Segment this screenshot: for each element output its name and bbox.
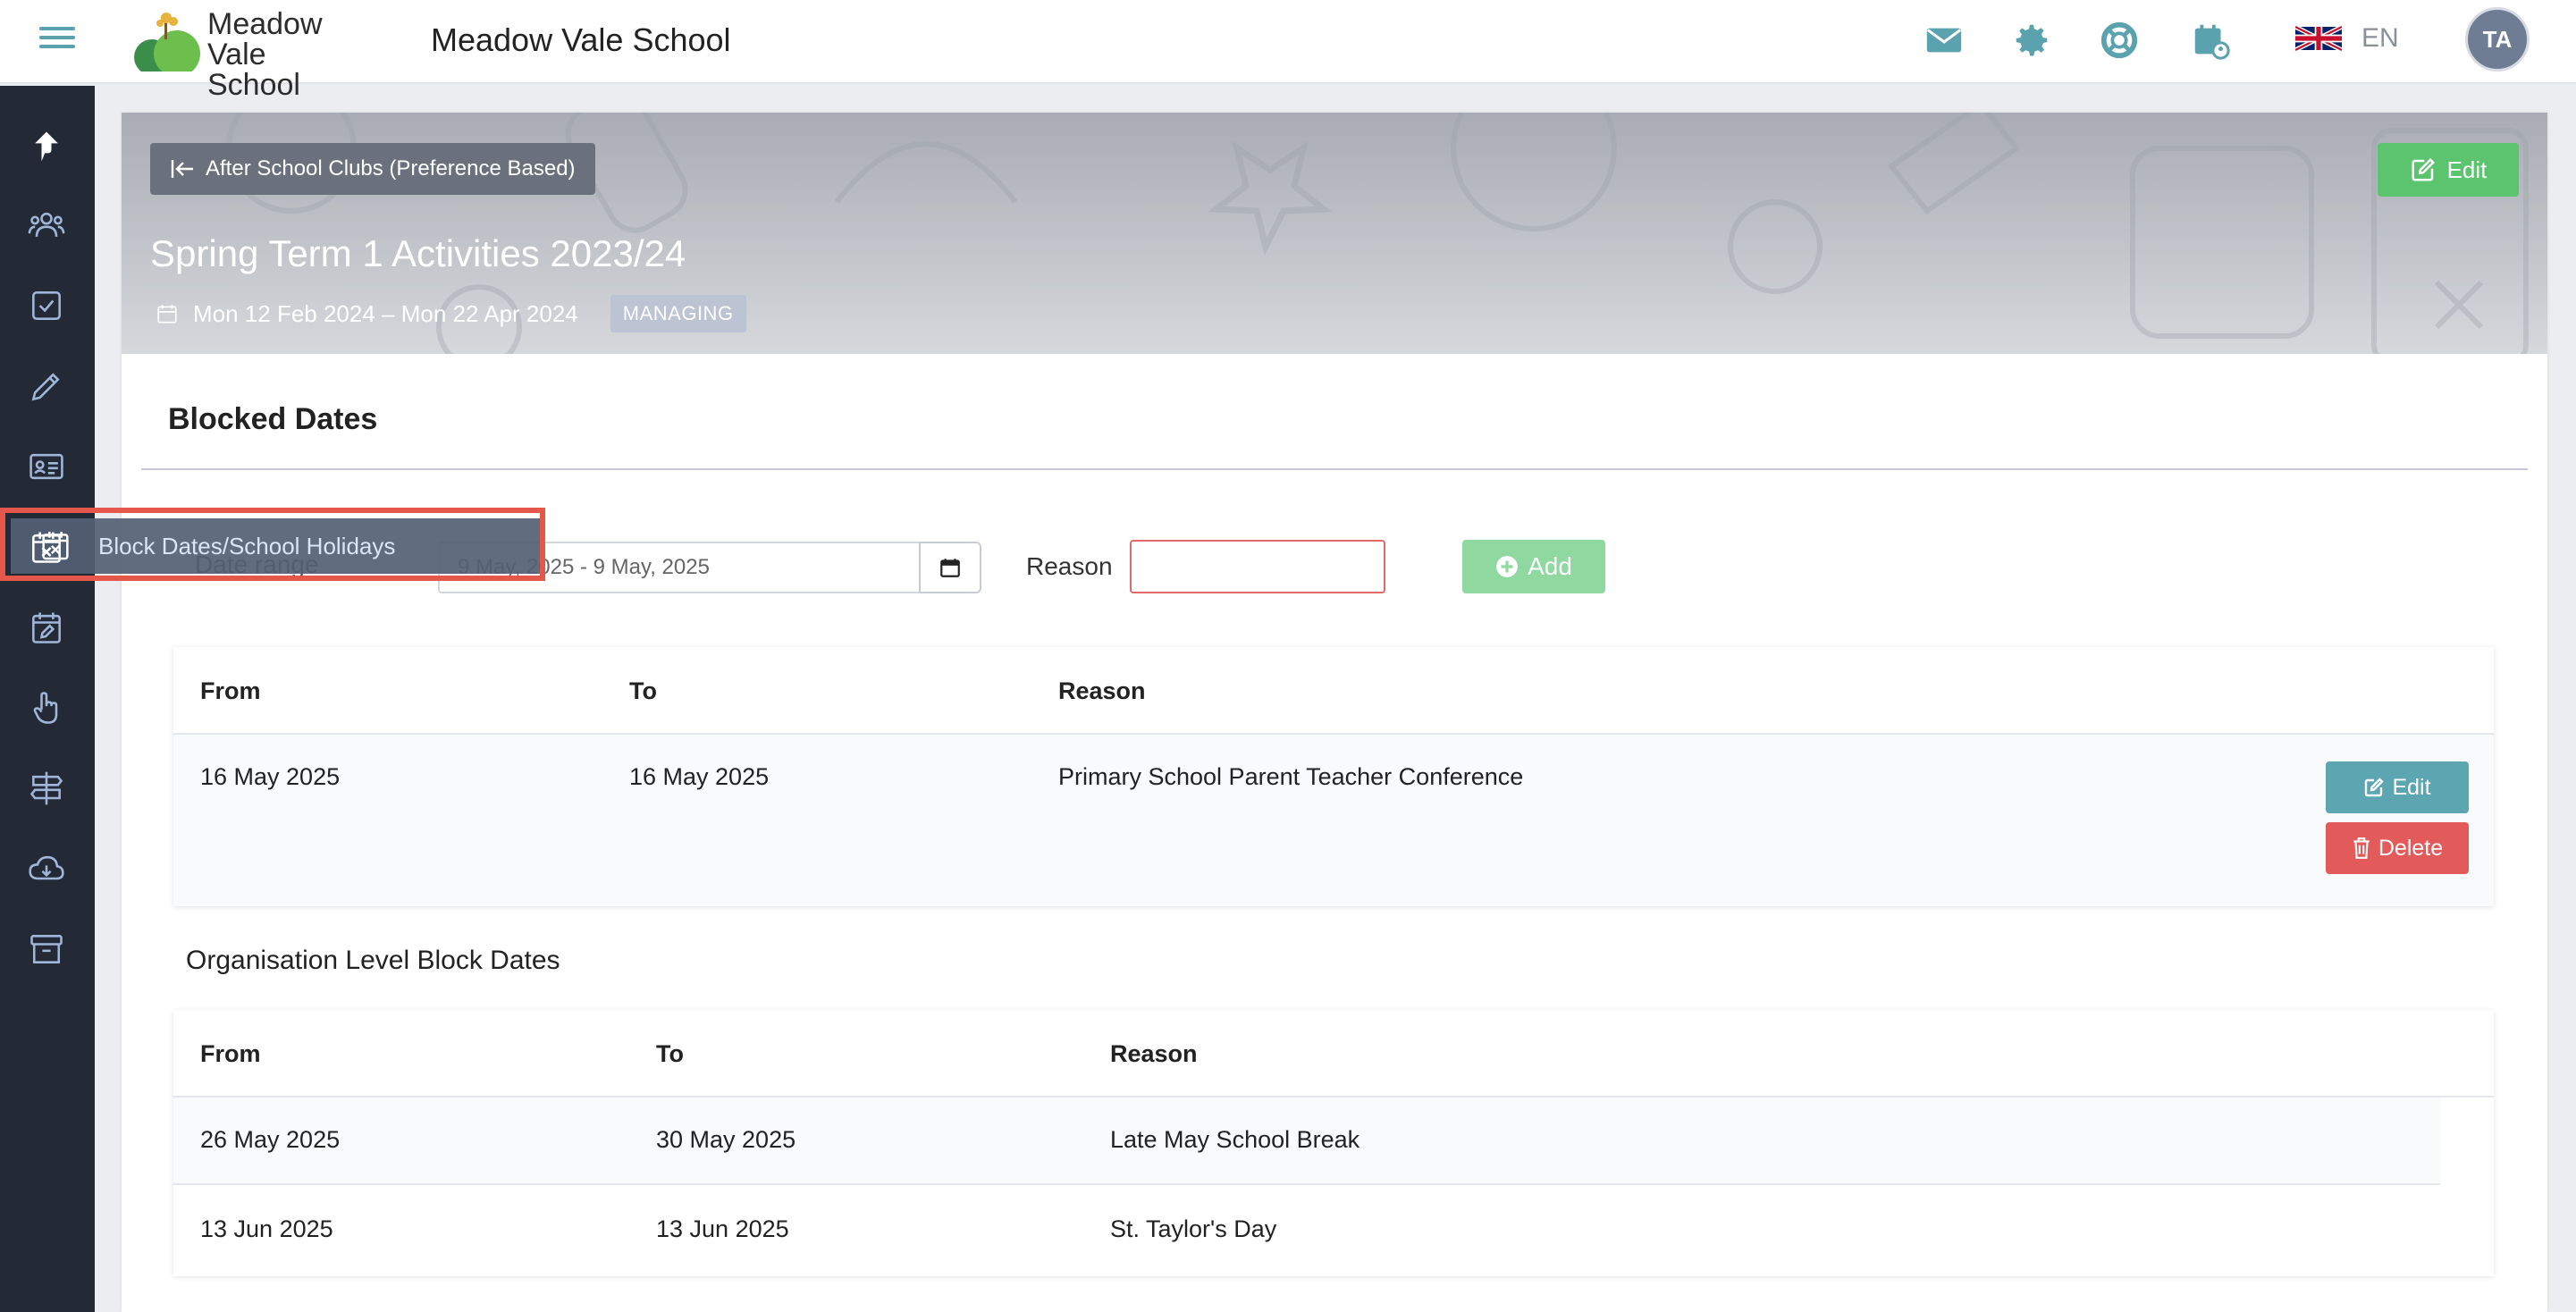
checkbox-icon[interactable]	[27, 286, 66, 325]
hand-pointer-icon[interactable]	[27, 688, 66, 727]
row-reason: St. Taylor's Day	[1110, 1215, 1277, 1242]
plus-circle-icon	[1496, 556, 1518, 577]
cloud-download-icon[interactable]	[27, 849, 66, 888]
envelope-icon[interactable]	[1924, 20, 1965, 61]
main-panel: After School Clubs (Preference Based) Ed…	[122, 113, 2547, 1312]
logo[interactable]: Meadow Vale School	[130, 7, 363, 100]
calendar-icon	[940, 559, 960, 577]
top-bar: Meadow Vale School Meadow Vale School EN…	[0, 0, 2576, 100]
edit-row-button[interactable]: Edit	[2326, 761, 2469, 813]
lifebuoy-icon[interactable]	[2099, 20, 2140, 61]
add-button-label: Add	[1528, 552, 1572, 580]
delete-row-label: Delete	[2378, 835, 2444, 861]
term-date-range: Mon 12 Feb 2024 – Mon 22 Apr 2024	[193, 299, 578, 327]
logo-line-2: Vale School	[207, 38, 300, 102]
table-row: 16 May 2025 16 May 2025 Primary School P…	[173, 735, 2494, 906]
uk-flag-icon	[2295, 25, 2342, 52]
archive-icon[interactable]	[27, 929, 66, 969]
reason-label: Reason	[1026, 552, 1113, 580]
page-title: Spring Term 1 Activities 2023/24	[150, 232, 686, 274]
calendar-picker-button[interactable]	[919, 542, 981, 593]
add-button[interactable]: Add	[1462, 540, 1605, 593]
status-badge: MANAGING	[610, 295, 746, 332]
row-from: 16 May 2025	[200, 763, 341, 790]
sidebar-item-label: Block Dates/School Holidays	[98, 533, 396, 559]
menu-icon[interactable]	[39, 21, 75, 57]
calendar-icon	[157, 305, 177, 324]
row-from: 26 May 2025	[200, 1126, 341, 1153]
row-reason: Primary School Parent Teacher Conference	[1058, 763, 1524, 790]
calendar-user-icon[interactable]	[2190, 20, 2231, 61]
id-card-icon[interactable]	[27, 447, 66, 486]
column-header-from: From	[200, 677, 261, 704]
edit-activity-label: Edit	[2446, 156, 2488, 183]
column-header-from: From	[200, 1040, 261, 1067]
sidebar	[0, 86, 95, 1312]
column-header-to: To	[656, 1040, 684, 1067]
calendar-x-icon[interactable]	[27, 527, 66, 567]
back-button[interactable]: After School Clubs (Preference Based)	[150, 143, 595, 195]
logo-icon	[134, 13, 200, 71]
avatar[interactable]: TA	[2465, 7, 2530, 71]
logo-line-1: Meadow	[207, 7, 323, 41]
section-divider	[141, 468, 2528, 470]
edit-row-label: Edit	[2392, 774, 2431, 800]
row-reason: Late May School Break	[1110, 1126, 1360, 1153]
blocked-dates-table: From To Reason 16 May 2025 16 May 2025 P…	[173, 647, 2494, 906]
trash-icon	[2353, 837, 2370, 859]
edit-icon	[2365, 778, 2385, 797]
column-header-reason: Reason	[1058, 677, 1146, 704]
delete-row-button[interactable]: Delete	[2326, 822, 2469, 874]
term-dates: Mon 12 Feb 2024 – Mon 22 Apr 2024 MANAGI…	[156, 295, 746, 332]
reason-input[interactable]	[1130, 540, 1385, 593]
language-selector[interactable]: EN	[2295, 23, 2399, 54]
pencil-icon[interactable]	[27, 366, 66, 406]
row-from: 13 Jun 2025	[200, 1215, 333, 1242]
signpost-icon[interactable]	[27, 769, 66, 808]
school-name: Meadow Vale School	[431, 21, 731, 58]
gear-icon[interactable]	[2011, 20, 2052, 61]
sidebar-tooltip-highlight: Block Dates/School Holidays	[0, 508, 545, 581]
org-block-dates-title: Organisation Level Block Dates	[186, 946, 560, 975]
edit-icon	[2412, 157, 2435, 181]
sidebar-tooltip: Block Dates/School Holidays	[11, 518, 540, 574]
column-header-to: To	[629, 677, 657, 704]
row-to: 16 May 2025	[629, 763, 770, 790]
arrow-up-icon[interactable]	[27, 127, 66, 166]
back-button-label: After School Clubs (Preference Based)	[206, 156, 576, 181]
language-code: EN	[2361, 23, 2399, 53]
org-block-dates-table: From To Reason 26 May 2025 30 May 2025 L…	[173, 1010, 2494, 1276]
column-header-reason: Reason	[1110, 1040, 1198, 1067]
arrow-left-bar-icon	[171, 160, 193, 178]
row-to: 30 May 2025	[656, 1126, 796, 1153]
edit-activity-button[interactable]: Edit	[2378, 143, 2519, 197]
row-to: 13 Jun 2025	[656, 1215, 789, 1242]
table-row: 26 May 2025 30 May 2025 Late May School …	[173, 1098, 2440, 1185]
calendar-edit-icon[interactable]	[27, 608, 66, 647]
users-icon[interactable]	[27, 206, 66, 245]
activity-banner: After School Clubs (Preference Based) Ed…	[122, 113, 2547, 354]
table-row: 13 Jun 2025 13 Jun 2025 St. Taylor's Day	[173, 1187, 2440, 1274]
blocked-dates-title: Blocked Dates	[168, 402, 378, 436]
